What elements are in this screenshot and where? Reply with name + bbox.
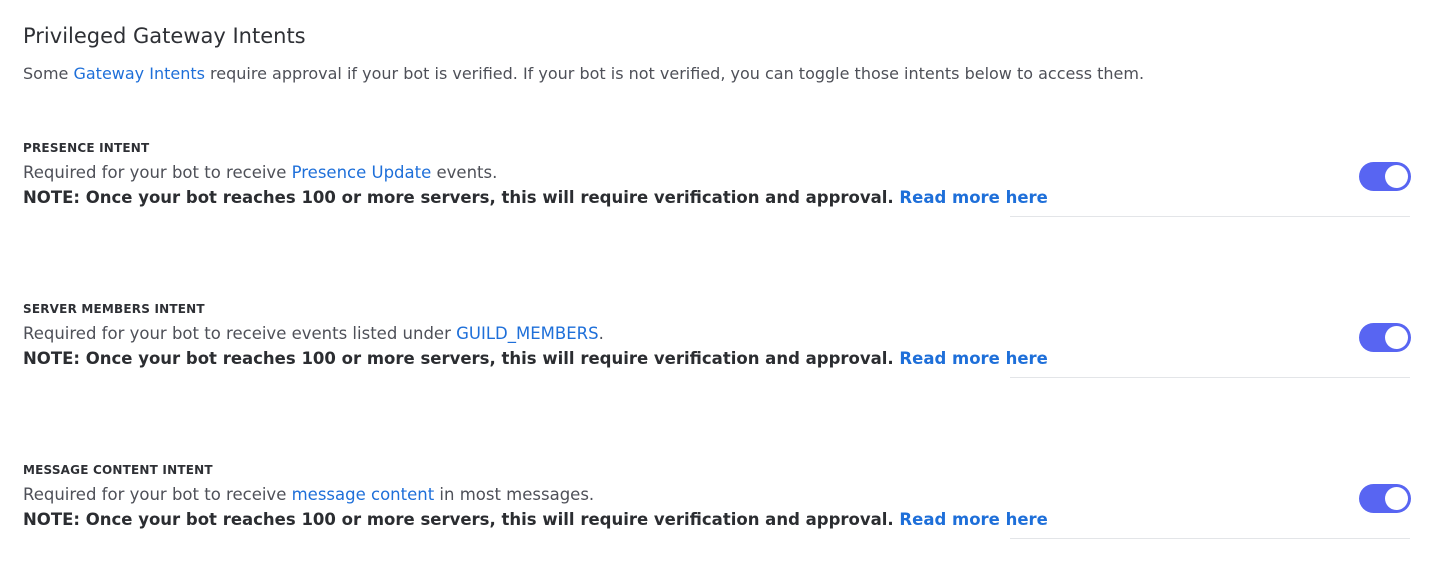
server-members-intent-desc-prefix: Required for your bot to receive events … — [23, 324, 457, 343]
message-content-intent-label: MESSAGE CONTENT INTENT — [23, 463, 213, 477]
server-members-intent-row: SERVER MEMBERS INTENT Required for your … — [0, 302, 1433, 402]
server-members-intent-read-more-link[interactable]: Read more here — [899, 349, 1047, 368]
message-content-intent-toggle-knob — [1385, 487, 1408, 510]
server-members-intent-label: SERVER MEMBERS INTENT — [23, 302, 205, 316]
message-content-intent-read-more-link[interactable]: Read more here — [899, 510, 1047, 529]
message-content-intent-note: NOTE: Once your bot reaches 100 or more … — [23, 510, 1048, 529]
presence-intent-toggle-knob — [1385, 165, 1408, 188]
presence-intent-desc-suffix: events. — [431, 163, 498, 182]
message-content-intent-note-text: NOTE: Once your bot reaches 100 or more … — [23, 510, 894, 529]
presence-intent-toggle[interactable] — [1359, 162, 1411, 191]
presence-intent-row: PRESENCE INTENT Required for your bot to… — [0, 141, 1433, 241]
section-description: Some Gateway Intents require approval if… — [23, 64, 1144, 83]
guild-members-link[interactable]: GUILD_MEMBERS — [456, 324, 598, 343]
gateway-intents-link[interactable]: Gateway Intents — [73, 64, 205, 83]
message-content-link[interactable]: message content — [292, 485, 435, 504]
presence-intent-note: NOTE: Once your bot reaches 100 or more … — [23, 188, 1048, 207]
server-members-intent-desc-suffix: . — [598, 324, 604, 343]
presence-intent-description: Required for your bot to receive Presenc… — [23, 163, 497, 182]
server-members-intent-divider — [1010, 377, 1410, 378]
section-description-suffix: require approval if your bot is verified… — [204, 64, 1145, 83]
message-content-intent-toggle[interactable] — [1359, 484, 1411, 513]
server-members-intent-description: Required for your bot to receive events … — [23, 324, 604, 343]
section-title: Privileged Gateway Intents — [23, 24, 306, 48]
server-members-intent-note: NOTE: Once your bot reaches 100 or more … — [23, 349, 1048, 368]
presence-intent-divider — [1010, 216, 1410, 217]
message-content-intent-desc-suffix: in most messages. — [434, 485, 595, 504]
message-content-intent-divider — [1010, 538, 1410, 539]
presence-intent-label: PRESENCE INTENT — [23, 141, 150, 155]
server-members-intent-toggle[interactable] — [1359, 323, 1411, 352]
message-content-intent-desc-prefix: Required for your bot to receive — [23, 485, 292, 504]
presence-update-link[interactable]: Presence Update — [292, 163, 432, 182]
message-content-intent-row: MESSAGE CONTENT INTENT Required for your… — [0, 463, 1433, 563]
presence-intent-desc-prefix: Required for your bot to receive — [23, 163, 292, 182]
message-content-intent-description: Required for your bot to receive message… — [23, 485, 594, 504]
server-members-intent-note-text: NOTE: Once your bot reaches 100 or more … — [23, 349, 894, 368]
server-members-intent-toggle-knob — [1385, 326, 1408, 349]
presence-intent-note-text: NOTE: Once your bot reaches 100 or more … — [23, 188, 894, 207]
presence-intent-read-more-link[interactable]: Read more here — [899, 188, 1047, 207]
section-description-prefix: Some — [23, 64, 74, 83]
